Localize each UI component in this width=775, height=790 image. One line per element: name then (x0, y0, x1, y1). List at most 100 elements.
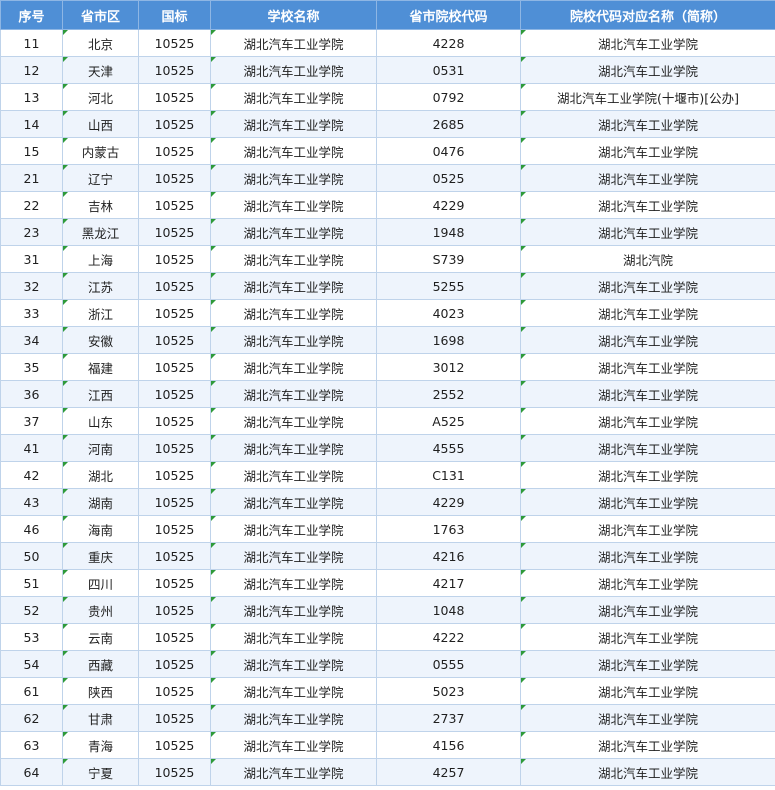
cell-province-code[interactable]: 0792 (376, 83, 521, 111)
cell-national-code[interactable]: 10525 (138, 650, 211, 678)
cell-province-code[interactable]: 2685 (376, 110, 521, 138)
cell-national-code[interactable]: 10525 (138, 380, 211, 408)
cell-index[interactable]: 54 (0, 650, 63, 678)
cell-short-name[interactable]: 湖北汽车工业学院 (520, 758, 775, 786)
cell-province-code[interactable]: 0476 (376, 137, 521, 165)
cell-index[interactable]: 53 (0, 623, 63, 651)
cell-national-code[interactable]: 10525 (138, 137, 211, 165)
cell-national-code[interactable]: 10525 (138, 191, 211, 219)
cell-national-code[interactable]: 10525 (138, 407, 211, 435)
cell-school-name[interactable]: 湖北汽车工业学院 (210, 353, 377, 381)
cell-school-name[interactable]: 湖北汽车工业学院 (210, 461, 377, 489)
cell-school-name[interactable]: 湖北汽车工业学院 (210, 596, 377, 624)
cell-index[interactable]: 36 (0, 380, 63, 408)
cell-short-name[interactable]: 湖北汽车工业学院 (520, 29, 775, 57)
cell-national-code[interactable]: 10525 (138, 299, 211, 327)
cell-index[interactable]: 12 (0, 56, 63, 84)
cell-province-code[interactable]: 2737 (376, 704, 521, 732)
cell-index[interactable]: 11 (0, 29, 63, 57)
cell-province-code[interactable]: 0531 (376, 56, 521, 84)
cell-national-code[interactable]: 10525 (138, 677, 211, 705)
cell-short-name[interactable]: 湖北汽车工业学院 (520, 704, 775, 732)
cell-province-code[interactable]: 1698 (376, 326, 521, 354)
cell-province[interactable]: 重庆 (62, 542, 139, 570)
cell-national-code[interactable]: 10525 (138, 326, 211, 354)
cell-province[interactable]: 陕西 (62, 677, 139, 705)
cell-national-code[interactable]: 10525 (138, 83, 211, 111)
cell-national-code[interactable]: 10525 (138, 542, 211, 570)
cell-short-name[interactable]: 湖北汽车工业学院 (520, 326, 775, 354)
cell-index[interactable]: 21 (0, 164, 63, 192)
cell-index[interactable]: 23 (0, 218, 63, 246)
cell-short-name[interactable]: 湖北汽车工业学院 (520, 515, 775, 543)
cell-school-name[interactable]: 湖北汽车工业学院 (210, 191, 377, 219)
cell-index[interactable]: 34 (0, 326, 63, 354)
cell-province[interactable]: 海南 (62, 515, 139, 543)
cell-short-name[interactable]: 湖北汽车工业学院 (520, 461, 775, 489)
cell-province-code[interactable]: 5255 (376, 272, 521, 300)
cell-province-code[interactable]: 4156 (376, 731, 521, 759)
cell-short-name[interactable]: 湖北汽车工业学院 (520, 164, 775, 192)
cell-short-name[interactable]: 湖北汽车工业学院 (520, 380, 775, 408)
cell-national-code[interactable]: 10525 (138, 218, 211, 246)
cell-province-code[interactable]: 4216 (376, 542, 521, 570)
cell-index[interactable]: 64 (0, 758, 63, 786)
cell-national-code[interactable]: 10525 (138, 434, 211, 462)
cell-province-code[interactable]: 4229 (376, 488, 521, 516)
cell-national-code[interactable]: 10525 (138, 515, 211, 543)
cell-province[interactable]: 西藏 (62, 650, 139, 678)
cell-school-name[interactable]: 湖北汽车工业学院 (210, 83, 377, 111)
cell-school-name[interactable]: 湖北汽车工业学院 (210, 407, 377, 435)
cell-index[interactable]: 41 (0, 434, 63, 462)
cell-short-name[interactable]: 湖北汽车工业学院 (520, 191, 775, 219)
cell-province-code[interactable]: S739 (376, 245, 521, 273)
cell-index[interactable]: 35 (0, 353, 63, 381)
cell-province[interactable]: 贵州 (62, 596, 139, 624)
cell-province-code[interactable]: 1948 (376, 218, 521, 246)
cell-province[interactable]: 宁夏 (62, 758, 139, 786)
cell-national-code[interactable]: 10525 (138, 272, 211, 300)
cell-index[interactable]: 61 (0, 677, 63, 705)
cell-province-code[interactable]: 4228 (376, 29, 521, 57)
cell-province-code[interactable]: A525 (376, 407, 521, 435)
cell-index[interactable]: 31 (0, 245, 63, 273)
cell-province-code[interactable]: 4555 (376, 434, 521, 462)
cell-school-name[interactable]: 湖北汽车工业学院 (210, 758, 377, 786)
cell-national-code[interactable]: 10525 (138, 110, 211, 138)
cell-province[interactable]: 上海 (62, 245, 139, 273)
cell-short-name[interactable]: 湖北汽车工业学院 (520, 623, 775, 651)
cell-province[interactable]: 湖南 (62, 488, 139, 516)
cell-national-code[interactable]: 10525 (138, 353, 211, 381)
cell-school-name[interactable]: 湖北汽车工业学院 (210, 326, 377, 354)
cell-national-code[interactable]: 10525 (138, 731, 211, 759)
cell-short-name[interactable]: 湖北汽车工业学院 (520, 677, 775, 705)
cell-index[interactable]: 37 (0, 407, 63, 435)
cell-short-name[interactable]: 湖北汽车工业学院 (520, 110, 775, 138)
cell-school-name[interactable]: 湖北汽车工业学院 (210, 650, 377, 678)
cell-province-code[interactable]: 2552 (376, 380, 521, 408)
cell-national-code[interactable]: 10525 (138, 245, 211, 273)
cell-index[interactable]: 50 (0, 542, 63, 570)
cell-province[interactable]: 江苏 (62, 272, 139, 300)
cell-national-code[interactable]: 10525 (138, 488, 211, 516)
cell-index[interactable]: 46 (0, 515, 63, 543)
cell-school-name[interactable]: 湖北汽车工业学院 (210, 515, 377, 543)
cell-short-name[interactable]: 湖北汽车工业学院 (520, 569, 775, 597)
cell-national-code[interactable]: 10525 (138, 623, 211, 651)
cell-index[interactable]: 43 (0, 488, 63, 516)
cell-school-name[interactable]: 湖北汽车工业学院 (210, 434, 377, 462)
cell-province[interactable]: 四川 (62, 569, 139, 597)
cell-province[interactable]: 福建 (62, 353, 139, 381)
cell-short-name[interactable]: 湖北汽车工业学院 (520, 488, 775, 516)
cell-short-name[interactable]: 湖北汽车工业学院 (520, 407, 775, 435)
cell-province[interactable]: 山西 (62, 110, 139, 138)
cell-school-name[interactable]: 湖北汽车工业学院 (210, 569, 377, 597)
cell-province-code[interactable]: 4023 (376, 299, 521, 327)
cell-province[interactable]: 河北 (62, 83, 139, 111)
cell-school-name[interactable]: 湖北汽车工业学院 (210, 272, 377, 300)
cell-index[interactable]: 14 (0, 110, 63, 138)
cell-province-code[interactable]: 4217 (376, 569, 521, 597)
cell-school-name[interactable]: 湖北汽车工业学院 (210, 677, 377, 705)
cell-short-name[interactable]: 湖北汽车工业学院 (520, 272, 775, 300)
cell-short-name[interactable]: 湖北汽车工业学院 (520, 596, 775, 624)
